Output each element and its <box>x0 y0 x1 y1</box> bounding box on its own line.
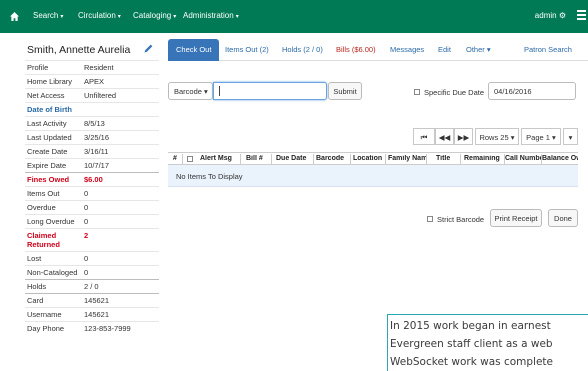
caret-down-icon: ▾ <box>173 14 177 20</box>
column-header-index[interactable]: # <box>173 155 177 162</box>
summary-row-date-of-birth: Date of Birth <box>25 102 159 116</box>
nav-administration[interactable]: Administration ▾ <box>183 11 239 20</box>
patron-name: Smith, Annette Aurelia <box>27 44 131 56</box>
specific-due-date-checkbox[interactable] <box>414 89 420 95</box>
summary-row-home-library: Home Library APEX <box>25 74 159 88</box>
barcode-type-dropdown[interactable]: Barcode ▾ <box>168 82 213 100</box>
summary-row-last-updated: Last Updated 3/25/16 <box>25 130 159 144</box>
column-header-due-date[interactable]: Due Date <box>276 155 314 162</box>
column-header-location[interactable]: Location <box>353 155 382 162</box>
summary-row-holds: Holds 2 / 0 <box>25 279 159 293</box>
summary-row-create-date: Create Date 3/16/11 <box>25 144 159 158</box>
rows-per-page-dropdown[interactable]: Rows 25 ▾ <box>475 128 519 145</box>
caret-down-icon: ▾ <box>486 45 491 54</box>
tab-patron-search[interactable]: Patron Search <box>524 45 572 54</box>
text-cursor <box>219 86 220 96</box>
caption-line: WebSocket work was complete <box>390 356 553 368</box>
done-button[interactable]: Done <box>548 209 578 227</box>
caption-box: In 2015 work began in earnest Evergreen … <box>387 314 588 371</box>
first-page-icon: ⏮ <box>420 133 428 142</box>
summary-row-card: Card 145621 <box>25 293 159 307</box>
caret-down-icon: ▾ <box>235 14 239 20</box>
previous-page-button[interactable]: ◀◀ <box>435 128 454 145</box>
summary-row-overdue: Overdue 0 <box>25 200 159 214</box>
gear-icon: ⚙ <box>558 11 566 20</box>
tab-other[interactable]: Other ▾ <box>466 45 491 54</box>
summary-row-long-overdue: Long Overdue 0 <box>25 214 159 228</box>
nav-cataloging[interactable]: Cataloging ▾ <box>133 11 176 20</box>
grid-empty-message: No Items To Display <box>168 165 578 187</box>
caret-down-icon: ▾ <box>510 133 515 142</box>
tab-edit[interactable]: Edit <box>438 45 451 54</box>
summary-row-lost: Lost 0 <box>25 251 159 265</box>
home-icon[interactable] <box>10 12 19 21</box>
summary-row-items-out: Items Out 0 <box>25 186 159 200</box>
summary-row-net-access: Net Access Unfiltered <box>25 88 159 102</box>
chevron-down-icon: ▾ <box>568 133 573 142</box>
nav-circulation[interactable]: Circulation ▾ <box>78 11 121 20</box>
next-page-button[interactable]: ▶▶ <box>454 128 473 145</box>
tab-holds[interactable]: Holds (2 / 0) <box>282 45 323 54</box>
column-header-barcode[interactable]: Barcode <box>316 155 344 162</box>
summary-row-day-phone: Day Phone 123-853-7999 <box>25 321 159 335</box>
strict-barcode-label: Strict Barcode <box>437 215 485 224</box>
print-receipt-button[interactable]: Print Receipt <box>490 209 542 227</box>
column-header-bill[interactable]: Bill # <box>246 155 263 162</box>
caret-down-icon: ▾ <box>204 87 208 96</box>
next-page-icon: ▶▶ <box>457 133 470 142</box>
user-menu[interactable]: admin ⚙ <box>535 11 566 20</box>
previous-page-icon: ◀◀ <box>438 133 451 142</box>
strict-barcode-checkbox[interactable] <box>427 216 433 222</box>
caret-down-icon: ▾ <box>60 14 64 20</box>
caret-down-icon: ▾ <box>117 14 121 20</box>
tab-bills[interactable]: Bills ($6.00) <box>336 45 376 54</box>
column-header-balance-owed[interactable]: Balance Owed <box>542 155 578 162</box>
summary-row-non-cataloged: Non-Cataloged 0 <box>25 265 159 279</box>
caption-line: Evergreen staff client as a web <box>390 338 553 350</box>
pencil-icon[interactable] <box>143 43 154 54</box>
items-grid-header: # Alert Msg Bill # Due Date Barcode Loca… <box>168 152 578 165</box>
column-header-title[interactable]: Title <box>436 155 450 162</box>
summary-row-expire-date: Expire Date 10/7/17 <box>25 158 159 172</box>
select-all-checkbox[interactable] <box>187 156 193 162</box>
hamburger-icon[interactable] <box>577 10 586 20</box>
patron-tabs: Check Out Items Out (2) Holds (2 / 0) Bi… <box>168 39 588 61</box>
page-dropdown[interactable]: Page 1 ▾ <box>521 128 561 145</box>
caption-line: In 2015 work began in earnest <box>390 320 551 332</box>
caret-down-icon: ▾ <box>552 133 556 142</box>
summary-row-last-activity: Last Activity 8/5/13 <box>25 116 159 130</box>
barcode-input[interactable] <box>213 82 327 100</box>
due-date-input[interactable] <box>488 82 576 100</box>
summary-row-claimed-returned: Claimed Returned 2 <box>25 228 159 251</box>
nav-search[interactable]: Search ▾ <box>33 11 63 20</box>
column-header-call-number[interactable]: Call Number <box>505 155 541 162</box>
specific-due-date-label: Specific Due Date <box>424 88 485 97</box>
top-navbar: Search ▾ Circulation ▾ Cataloging ▾ Adminis… <box>0 0 588 33</box>
submit-button[interactable]: Submit <box>328 82 362 100</box>
summary-row-fines-owed: Fines Owed $6.00 <box>25 172 159 186</box>
column-header-remaining[interactable]: Remaining <box>464 155 504 162</box>
tab-check-out[interactable]: Check Out <box>168 39 220 61</box>
column-header-family-name[interactable]: Family Name <box>388 155 426 162</box>
grid-options-button[interactable]: ▾ <box>563 128 578 145</box>
summary-row-username: Username 145621 <box>25 307 159 321</box>
column-header-alert-msg[interactable]: Alert Msg <box>200 155 232 162</box>
patron-summary: Profile Resident Home Library APEX Net Acc… <box>25 60 159 335</box>
tab-messages[interactable]: Messages <box>390 45 424 54</box>
summary-row-profile: Profile Resident <box>25 60 159 74</box>
first-page-button[interactable]: ⏮ <box>413 128 435 145</box>
tab-items-out[interactable]: Items Out (2) <box>225 45 269 54</box>
